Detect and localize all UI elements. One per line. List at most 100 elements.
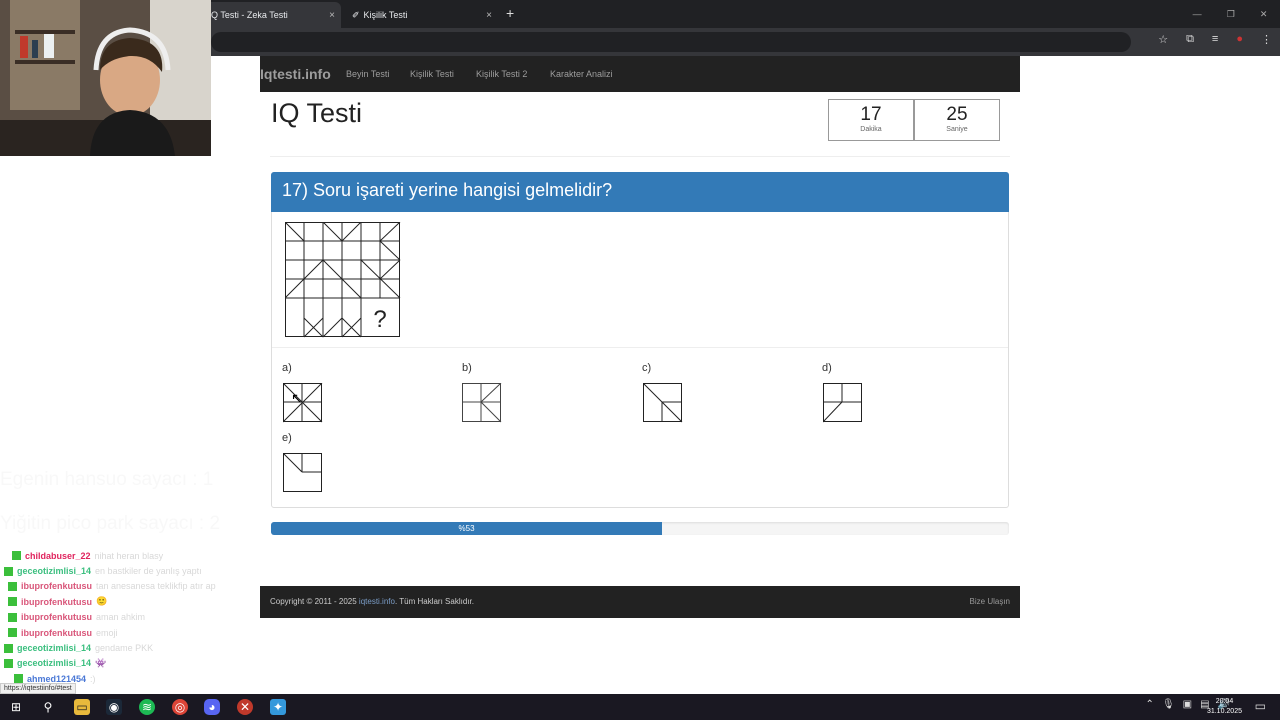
- option-a-label: a): [282, 362, 292, 374]
- nav-link-kisilik-testi[interactable]: Kişilik Testi: [410, 69, 454, 79]
- question-heading: 17) Soru işareti yerine hangisi gelmelid…: [271, 172, 1009, 212]
- site-navbar: Iqtesti.info Beyin Testi Kişilik Testi K…: [260, 56, 1020, 92]
- close-window-icon[interactable]: ✕: [1260, 9, 1268, 20]
- question-separator: [272, 347, 1008, 348]
- browser-toolbar-icons: ☆ ⧉ ≡ ● ⋮: [1158, 33, 1272, 46]
- timer-seconds-label: Saniye: [946, 126, 968, 133]
- extensions-icon[interactable]: ⧉: [1186, 33, 1194, 46]
- progress-fill: %53: [271, 522, 663, 535]
- stream-counters: Egenin hansuo sayacı : 1 Yiğitin pico pa…: [0, 458, 260, 546]
- file-explorer-icon[interactable]: ▭: [74, 699, 90, 715]
- notification-icon[interactable]: ▭: [1255, 699, 1266, 713]
- timer-minutes-value: 17: [860, 104, 882, 125]
- chat-user: ibuprofenkutusu: [21, 627, 92, 638]
- menu-icon[interactable]: ⋮: [1261, 33, 1272, 46]
- option-b-image[interactable]: [462, 383, 502, 423]
- footer-site-link[interactable]: iqtesti.info: [359, 597, 395, 606]
- option-a-image[interactable]: [283, 383, 323, 423]
- chat-message: en bastkiler de yanlış yaptı: [95, 566, 202, 577]
- mouse-cursor-icon: ↖: [291, 390, 303, 406]
- tab-label: Q Testi - Zeka Testi: [211, 10, 288, 20]
- chevron-up-icon[interactable]: ⌃: [1146, 699, 1154, 710]
- tab-iq-test[interactable]: Q Testi - Zeka Testi ×: [205, 2, 341, 28]
- profile-avatar-icon[interactable]: ●: [1236, 33, 1243, 46]
- taskbar: ⊞ ⚲ ▭ ◉ ≋ ◎ ◕ ✕ ✦ ⌃ 🎙 ▣ ▤ 🔊 20:04 31.10.…: [0, 694, 1280, 720]
- option-e-image[interactable]: [283, 453, 323, 493]
- close-icon[interactable]: ×: [329, 10, 335, 21]
- address-field[interactable]: [211, 32, 1131, 52]
- option-c-label: c): [642, 362, 652, 374]
- site-brand[interactable]: Iqtesti.info: [260, 66, 331, 82]
- webcam-image: [0, 0, 211, 156]
- app-icon[interactable]: ✕: [237, 699, 253, 715]
- clock-time: 20:04: [1215, 698, 1234, 705]
- timer-seconds: 25 Saniye: [914, 99, 1000, 141]
- new-tab-button[interactable]: +: [506, 5, 514, 21]
- contact-link[interactable]: Bize Ulaşın: [970, 597, 1010, 606]
- counter-line: Yiğitin pico park sayacı : 2: [0, 513, 221, 534]
- spotify-icon[interactable]: ≋: [139, 699, 155, 715]
- timer-minutes: 17 Dakika: [828, 99, 914, 141]
- windows-start-icon[interactable]: ⊞: [8, 699, 24, 715]
- chat-message: aman ahkim: [96, 612, 146, 623]
- chat-badge-icon: [8, 597, 17, 607]
- option-c-image[interactable]: [643, 383, 683, 423]
- chat-user: geceotizimlisi_14: [17, 643, 92, 654]
- minimize-icon[interactable]: —: [1193, 9, 1202, 19]
- discord-icon[interactable]: ◕: [204, 699, 220, 715]
- window-controls: — ❐ ✕: [1180, 0, 1280, 28]
- chat-line: ibuprofenkutusu emoji: [4, 625, 260, 640]
- chat-line: ibuprofenkutusu tan anesanesa teklikfip a…: [4, 579, 260, 594]
- chat-message: emoji: [96, 627, 118, 638]
- chat-user: ibuprofenkutusu: [21, 581, 92, 592]
- question-mark: ?: [373, 306, 386, 333]
- timer-seconds-value: 25: [946, 104, 968, 125]
- stream-chat: childabuser_22 nihat heran blasy geceotiz…: [4, 548, 260, 687]
- steam-icon[interactable]: ◉: [106, 699, 122, 715]
- display-icon[interactable]: ▣: [1183, 699, 1192, 710]
- divider: [270, 156, 1010, 157]
- chat-user: geceotizimlisi_14: [17, 658, 92, 669]
- webcam-overlay: [0, 0, 211, 156]
- chat-badge-icon: [8, 581, 17, 591]
- copyright-text: Copyright © 2011 - 2025 iqtesti.info. Tü…: [270, 597, 474, 606]
- app-icon[interactable]: ✦: [270, 699, 286, 715]
- chat-message: 👾: [95, 657, 107, 668]
- option-d-label: d): [822, 362, 832, 374]
- site-footer: Copyright © 2011 - 2025 iqtesti.info. Tü…: [260, 586, 1020, 618]
- chat-message: gendame PKK: [95, 643, 154, 654]
- chat-message: 🙂: [96, 596, 108, 607]
- option-d-image[interactable]: [823, 383, 863, 423]
- close-icon[interactable]: ×: [486, 10, 492, 21]
- progress-bar: %53: [271, 522, 1009, 535]
- chat-message: nihat heran blasy: [94, 550, 164, 561]
- tab-kisilik-test[interactable]: ✐ Kişilik Testi ×: [346, 2, 498, 28]
- status-url: https://iqtestiinfo/#test: [0, 683, 76, 694]
- chat-user: childabuser_22: [25, 550, 91, 561]
- counter-line: Egenin hansuo sayacı : 1: [0, 469, 214, 490]
- bookmark-star-icon[interactable]: ☆: [1158, 33, 1168, 46]
- chat-line: ibuprofenkutusu 🙂: [4, 594, 260, 609]
- copyright-prefix: Copyright © 2011 - 2025: [270, 597, 357, 606]
- nav-link-karakter-analizi[interactable]: Karakter Analizi: [550, 69, 613, 79]
- chat-badge-icon: [4, 643, 13, 653]
- chat-user: geceotizimlisi_14: [17, 566, 92, 577]
- option-e-label: e): [282, 432, 292, 444]
- chat-line: geceotizimlisi_14 👾: [4, 656, 260, 671]
- microphone-icon[interactable]: 🎙: [1162, 699, 1175, 710]
- chrome-icon[interactable]: ◎: [172, 699, 188, 715]
- right-background: [1020, 56, 1280, 694]
- chat-badge-icon: [4, 566, 13, 576]
- chat-line: ibuprofenkutusu aman ahkim: [4, 610, 260, 625]
- nav-link-beyin-testi[interactable]: Beyin Testi: [346, 69, 389, 79]
- nav-link-kisilik-testi-2[interactable]: Kişilik Testi 2: [476, 69, 527, 79]
- tab-label: Kişilik Testi: [363, 10, 408, 20]
- search-icon[interactable]: ⚲: [40, 699, 56, 715]
- chat-user: ibuprofenkutusu: [21, 612, 92, 623]
- media-control-icon[interactable]: ≡: [1212, 33, 1218, 46]
- chat-badge-icon: [4, 658, 13, 668]
- chat-badge-icon: [8, 612, 17, 622]
- copyright-suffix: . Tüm Hakları Saklıdır.: [394, 597, 474, 606]
- taskbar-clock[interactable]: 20:04 31.10.2025: [1207, 697, 1242, 717]
- maximize-icon[interactable]: ❐: [1227, 9, 1235, 20]
